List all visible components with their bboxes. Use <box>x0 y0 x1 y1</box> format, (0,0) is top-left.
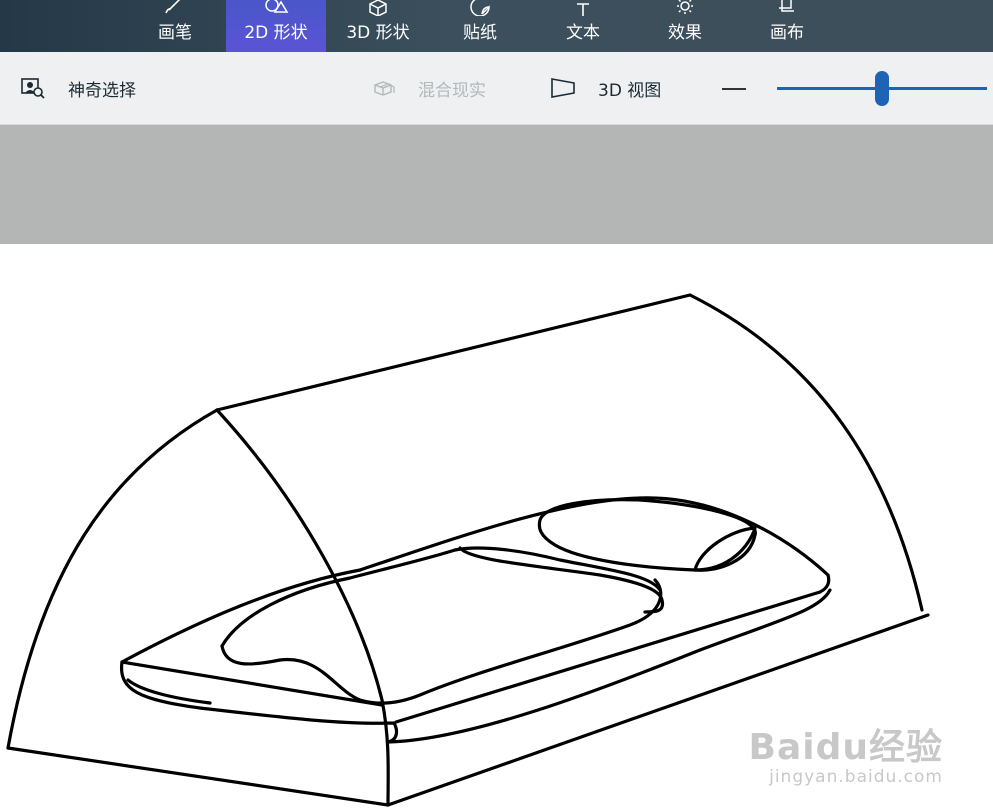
tab-stickers[interactable]: 贴纸 <box>430 0 530 52</box>
tab-text[interactable]: 文本 <box>533 0 633 52</box>
canvas-gray-margin <box>0 125 993 244</box>
tab-label: 3D 形状 <box>346 23 410 43</box>
sun-effects-icon <box>635 0 735 16</box>
mixed-reality-label: 混合现实 <box>418 80 486 101</box>
3d-view-button[interactable]: 3D 视图 <box>550 52 661 124</box>
3d-view-icon <box>550 76 576 100</box>
sketch-drawing <box>6 293 930 807</box>
mixed-reality-button[interactable]: 混合现实 <box>372 52 486 124</box>
tab-label: 画布 <box>770 23 804 43</box>
magic-select-icon <box>20 76 46 100</box>
3d-view-label: 3D 视图 <box>598 80 662 101</box>
brush-icon <box>125 0 225 16</box>
top-ribbon: 画笔 2D 形状 3D 形状 贴纸 文本 效果 画布 <box>0 0 993 52</box>
tab-label: 2D 形状 <box>244 23 308 43</box>
tab-effects[interactable]: 效果 <box>635 0 735 52</box>
canvas-crop-icon <box>737 0 837 16</box>
drawing-canvas[interactable] <box>0 244 993 809</box>
tab-label: 效果 <box>668 23 702 43</box>
tab-label: 贴纸 <box>463 23 497 43</box>
magic-select-button[interactable]: 神奇选择 <box>20 52 136 124</box>
tab-label: 文本 <box>566 23 600 43</box>
tab-2d-shapes[interactable]: 2D 形状 <box>226 0 326 52</box>
minus-icon[interactable] <box>722 88 746 90</box>
mixed-reality-icon <box>372 76 396 100</box>
tab-label: 画笔 <box>158 23 192 43</box>
magic-select-label: 神奇选择 <box>68 80 136 101</box>
zoom-slider-thumb[interactable] <box>875 71 889 106</box>
tab-brushes[interactable]: 画笔 <box>125 0 225 52</box>
tab-canvas[interactable]: 画布 <box>737 0 837 52</box>
2d-shapes-icon <box>226 0 326 16</box>
tab-3d-shapes[interactable]: 3D 形状 <box>328 0 428 52</box>
text-icon <box>533 0 633 16</box>
sticker-icon <box>430 0 530 16</box>
3d-cube-icon <box>328 0 428 16</box>
